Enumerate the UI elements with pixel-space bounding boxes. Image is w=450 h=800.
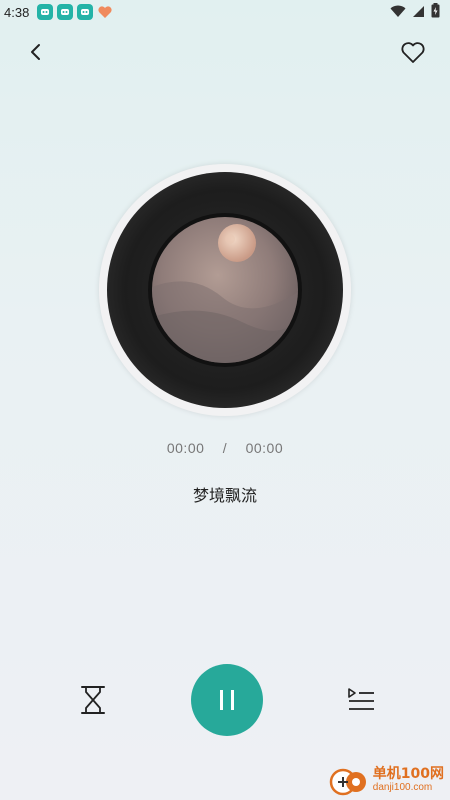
wifi-icon [390, 3, 406, 22]
top-bar [0, 32, 450, 72]
album-cover-image [152, 217, 298, 363]
playlist-button[interactable] [346, 686, 376, 714]
watermark-text: 单机100网 danji100.com [372, 765, 444, 794]
back-button[interactable] [22, 38, 50, 66]
status-time: 4:38 [4, 4, 30, 20]
pause-icon [220, 690, 234, 710]
battery-charging-icon [431, 2, 440, 22]
playlist-icon [348, 688, 374, 710]
app-notification-icon [57, 4, 74, 20]
cover-border [148, 213, 302, 367]
hourglass-icon [81, 686, 105, 714]
chevron-left-icon [31, 44, 40, 60]
favorite-button[interactable] [398, 37, 428, 67]
app-notification-icon [37, 4, 54, 20]
time-separator: / [222, 440, 228, 456]
playback-time: 00:00 / 00:00 [0, 440, 450, 456]
sleep-timer-button[interactable] [78, 684, 108, 716]
status-bar: 4:38 [0, 0, 450, 24]
site-watermark: 单机100网 danji100.com [329, 762, 444, 798]
heart-outline-icon [401, 42, 425, 63]
song-title: 梦境飘流 [192, 486, 257, 505]
watermark-main: 单机100网 [372, 765, 444, 782]
app-notification-icon [77, 4, 94, 20]
cellular-signal-icon [412, 3, 425, 22]
total-time: 00:00 [245, 440, 284, 456]
status-right [390, 2, 440, 22]
watermark-sub: danji100.com [372, 782, 433, 794]
current-time: 00:00 [166, 440, 205, 456]
vinyl-ring [107, 172, 343, 408]
album-disc [99, 164, 351, 416]
watermark-logo-icon [329, 768, 366, 796]
player-controls [0, 662, 450, 738]
heart-app-icon [97, 4, 113, 20]
play-pause-button[interactable] [191, 664, 263, 736]
status-left: 4:38 [4, 4, 113, 20]
